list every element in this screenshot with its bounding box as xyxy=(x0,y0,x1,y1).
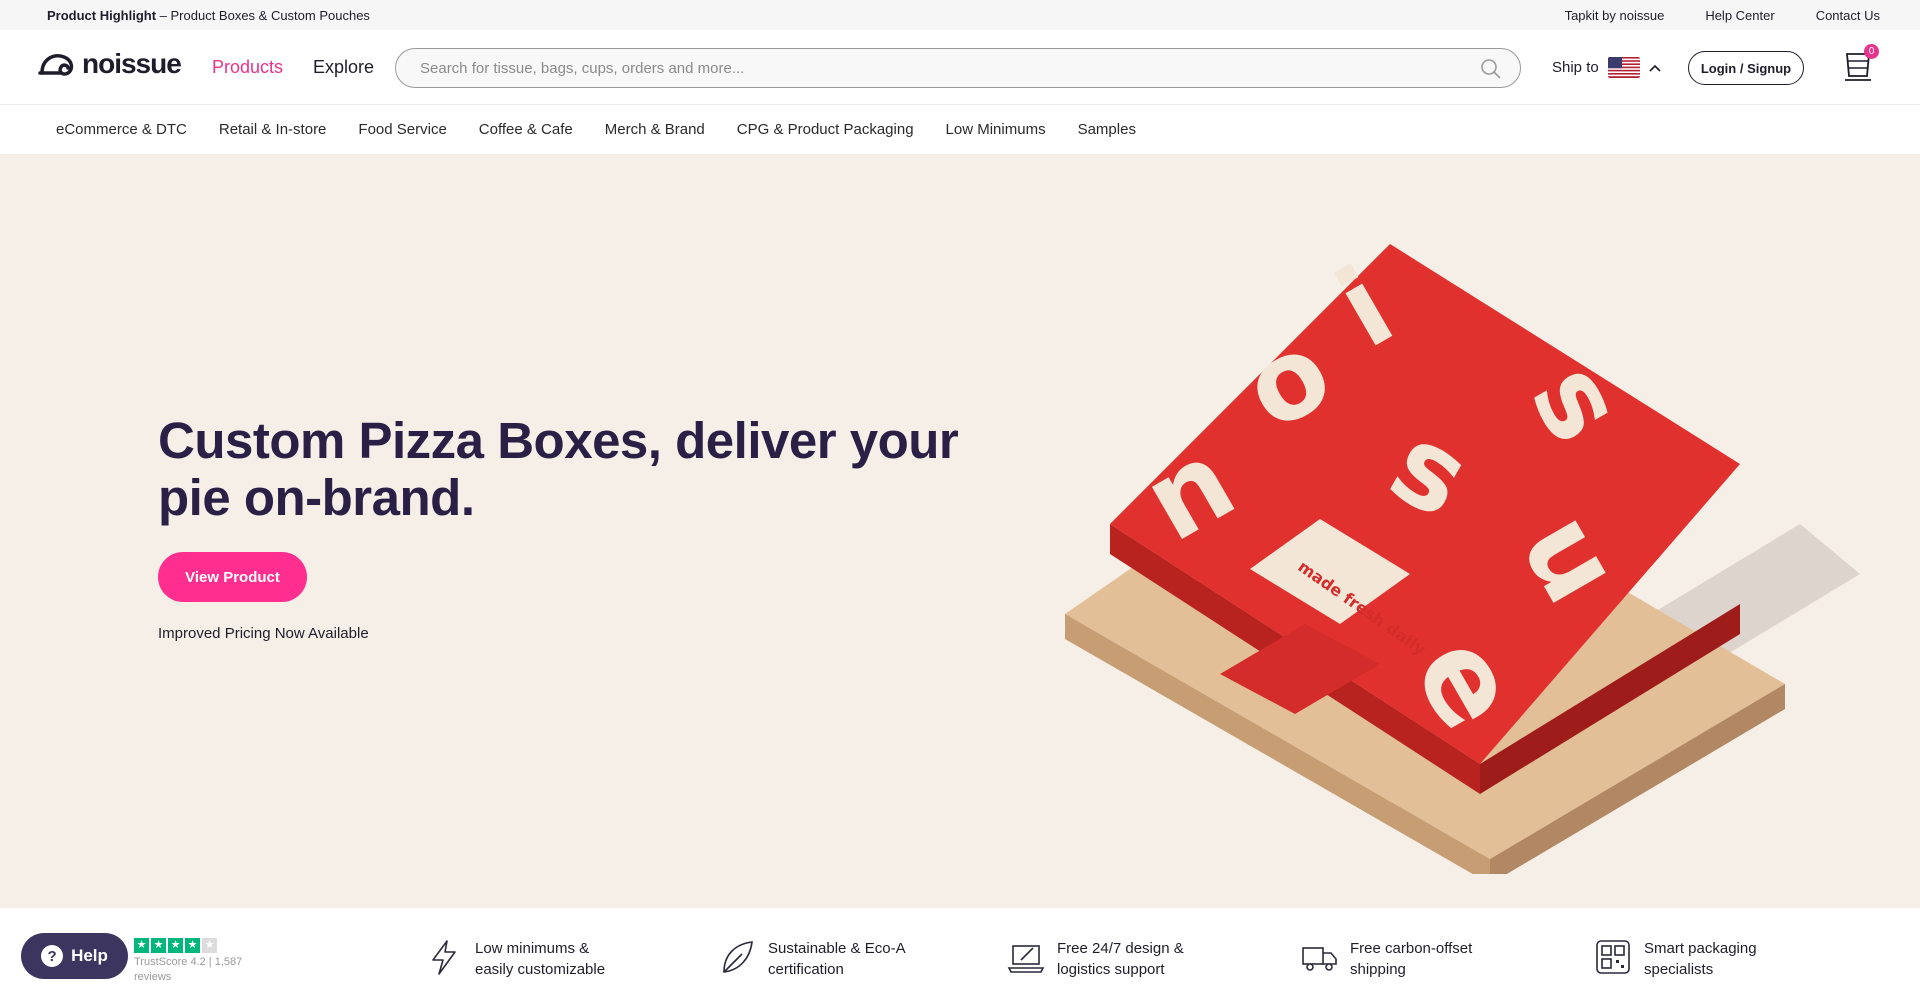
leaf-icon xyxy=(723,941,753,973)
help-label: Help xyxy=(71,946,108,965)
feature-sustainable: Sustainable & Eco-A certification xyxy=(718,938,908,980)
star-empty-icon: ★ xyxy=(202,938,217,953)
tapkit-link[interactable]: Tapkit by noissue xyxy=(1565,8,1665,23)
feature-smart-packaging: Smart packaging specialists xyxy=(1594,938,1784,980)
help-center-link[interactable]: Help Center xyxy=(1705,8,1774,23)
lightning-icon xyxy=(432,940,456,975)
feature-carbon-shipping: Free carbon-offset shipping xyxy=(1300,938,1490,980)
category-cpg[interactable]: CPG & Product Packaging xyxy=(737,121,914,138)
product-highlight[interactable]: Product Highlight – Product Boxes & Cust… xyxy=(47,8,370,23)
star-icon: ★ xyxy=(168,938,183,953)
search-input[interactable] xyxy=(420,49,1460,87)
logo[interactable]: noissue xyxy=(38,48,182,80)
ship-to-label: Ship to xyxy=(1552,59,1599,76)
ship-to-selector[interactable]: Ship to xyxy=(1552,57,1661,78)
trustpilot-widget[interactable]: ★ ★ ★ ★ ★ TrustScore 4.2 | 1,587 reviews xyxy=(134,938,264,985)
hero-title: Custom Pizza Boxes, deliver your pie on-… xyxy=(158,412,959,526)
logo-icon xyxy=(38,54,74,76)
category-food-service[interactable]: Food Service xyxy=(358,121,446,138)
feature-text: Smart packaging specialists xyxy=(1644,940,1757,978)
chevron-up-icon xyxy=(1649,64,1661,72)
contact-us-link[interactable]: Contact Us xyxy=(1816,8,1880,23)
category-low-minimums[interactable]: Low Minimums xyxy=(946,121,1046,138)
features-strip: Low minimums & easily customizable Susta… xyxy=(0,908,1920,993)
category-samples[interactable]: Samples xyxy=(1078,121,1136,138)
star-icon: ★ xyxy=(151,938,166,953)
highlight-text: – Product Boxes & Custom Pouches xyxy=(156,7,370,23)
search-bar xyxy=(395,48,1521,88)
trustscore-text: TrustScore 4.2 | 1,587 reviews xyxy=(134,956,243,983)
category-retail[interactable]: Retail & In-store xyxy=(219,121,327,138)
hero-subtext: Improved Pricing Now Available xyxy=(158,625,369,642)
feature-text: Low minimums & easily customizable xyxy=(475,940,606,978)
star-icon: ★ xyxy=(134,938,149,953)
star-icon: ★ xyxy=(185,938,200,953)
nav-explore[interactable]: Explore xyxy=(313,57,374,78)
nav-products[interactable]: Products xyxy=(212,57,283,78)
cart-button[interactable]: 0 xyxy=(1843,44,1879,84)
search-icon[interactable] xyxy=(1480,58,1502,80)
logo-text: noissue xyxy=(82,48,182,79)
login-signup-button[interactable]: Login / Signup xyxy=(1688,51,1804,85)
rating-stars: ★ ★ ★ ★ ★ xyxy=(134,938,264,953)
cart-count-badge: 0 xyxy=(1864,44,1879,59)
announcement-bar: Product Highlight – Product Boxes & Cust… xyxy=(0,0,1920,30)
site-header: noissue Products Explore Ship to xyxy=(0,30,1920,105)
hero-banner: Custom Pizza Boxes, deliver your pie on-… xyxy=(0,154,1920,908)
category-nav: eCommerce & DTC Retail & In-store Food S… xyxy=(0,105,1920,154)
pizza-box-image: n o i s s u e made fresh daily xyxy=(1065,243,1860,874)
highlight-label: Product Highlight xyxy=(47,7,157,23)
feature-text: Free carbon-offset shipping xyxy=(1350,940,1473,978)
category-merch[interactable]: Merch & Brand xyxy=(605,121,705,138)
help-button[interactable]: ? Help xyxy=(21,933,128,979)
feature-text: Free 24/7 design & logistics support xyxy=(1057,940,1184,978)
qr-code-icon xyxy=(1596,940,1630,974)
laptop-design-icon xyxy=(1007,945,1045,973)
feature-design-support: Free 24/7 design & logistics support xyxy=(1007,938,1197,980)
feature-text: Sustainable & Eco-A certification xyxy=(768,940,905,978)
feature-low-minimums: Low minimums & easily customizable xyxy=(425,938,615,980)
category-ecommerce[interactable]: eCommerce & DTC xyxy=(56,121,187,138)
us-flag-icon xyxy=(1607,57,1640,78)
question-icon: ? xyxy=(41,945,64,967)
delivery-truck-icon xyxy=(1302,947,1337,971)
utility-links: Tapkit by noissue Help Center Contact Us xyxy=(1565,8,1880,23)
view-product-button[interactable]: View Product xyxy=(158,552,307,602)
category-coffee[interactable]: Coffee & Cafe xyxy=(479,121,573,138)
